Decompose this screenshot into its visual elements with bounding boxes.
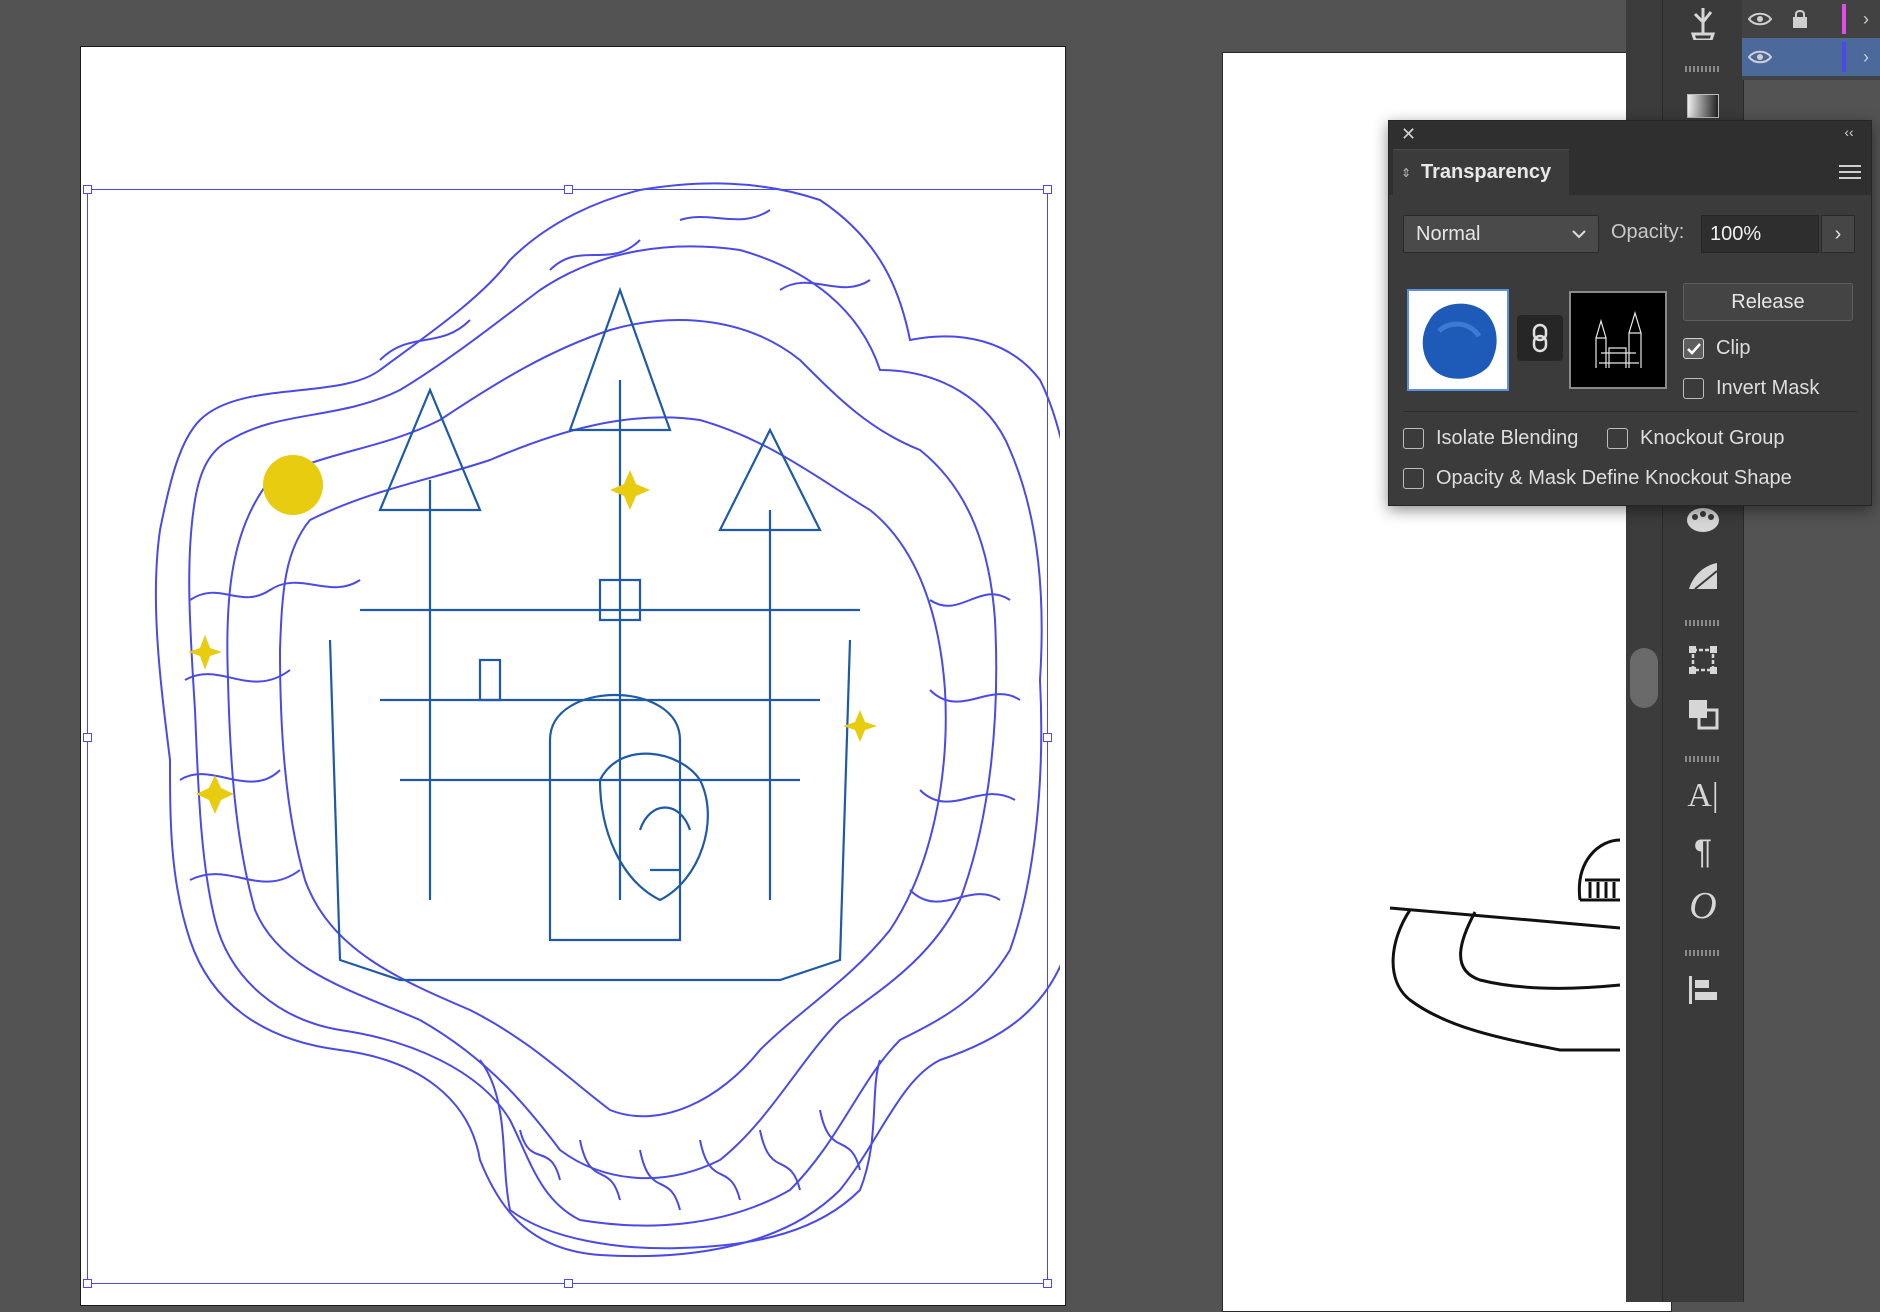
link-mask-icon[interactable] xyxy=(1517,315,1563,361)
scroll-thumb[interactable] xyxy=(1630,648,1658,708)
panel-tab-bar: ⇕ Transparency xyxy=(1389,149,1871,195)
opacity-input[interactable]: 100% xyxy=(1701,215,1819,253)
paragraph-icon[interactable]: ¶ xyxy=(1683,832,1723,872)
selection-bounding-box[interactable] xyxy=(83,185,1052,1288)
tab-title: Transparency xyxy=(1421,161,1552,183)
layer-color-swatch xyxy=(1842,42,1846,72)
opacity-mask-knockout-label: Opacity & Mask Define Knockout Shape xyxy=(1436,467,1792,489)
eye-icon[interactable] xyxy=(1742,38,1778,76)
opacity-slider-button[interactable]: › xyxy=(1821,215,1855,253)
handle-bottom-center[interactable] xyxy=(564,1279,573,1288)
clip-label: Clip xyxy=(1716,337,1751,359)
knight-drawing[interactable] xyxy=(1380,800,1630,1070)
isolate-blending-checkbox[interactable] xyxy=(1403,428,1424,449)
layers-panel: › › xyxy=(1742,0,1880,80)
handle-top-right[interactable] xyxy=(1043,185,1052,194)
transparency-panel: ✕ ‹‹ ⇕ Transparency Normal Opacity: 100%… xyxy=(1388,120,1872,506)
invert-mask-label: Invert Mask xyxy=(1716,377,1820,399)
dock-grip[interactable] xyxy=(1685,620,1721,626)
artwork-thumbnail[interactable] xyxy=(1407,289,1509,391)
dock-grip[interactable] xyxy=(1685,756,1721,762)
opacity-label: Opacity: xyxy=(1611,221,1685,243)
lock-icon[interactable] xyxy=(1782,0,1818,38)
chevron-right-icon[interactable]: › xyxy=(1852,0,1880,38)
layer-color-swatch xyxy=(1842,4,1846,34)
color-guide-icon[interactable] xyxy=(1683,500,1723,540)
align-icon[interactable] xyxy=(1683,970,1723,1010)
handle-top-center[interactable] xyxy=(564,185,573,194)
dock-grip[interactable] xyxy=(1685,66,1721,72)
knockout-group-checkbox-row[interactable]: Knockout Group xyxy=(1607,427,1785,450)
blend-mode-value: Normal xyxy=(1416,222,1481,245)
puppet-warp-icon[interactable] xyxy=(1683,2,1723,42)
opentype-icon[interactable]: O xyxy=(1683,885,1723,927)
opacity-mask-thumbnail[interactable] xyxy=(1569,291,1667,389)
close-icon[interactable]: ✕ xyxy=(1401,124,1421,144)
clip-checkbox[interactable] xyxy=(1683,338,1704,359)
layer-row-selected[interactable]: › xyxy=(1742,38,1880,76)
tab-transparency[interactable]: ⇕ Transparency xyxy=(1393,149,1569,195)
handle-bottom-right[interactable] xyxy=(1043,1279,1052,1288)
opacity-mask-knockout-checkbox-row[interactable]: Opacity & Mask Define Knockout Shape xyxy=(1403,467,1792,490)
layer-row[interactable]: › xyxy=(1742,0,1880,38)
knockout-group-checkbox[interactable] xyxy=(1607,428,1628,449)
collapse-icon[interactable]: ‹‹ xyxy=(1839,124,1859,144)
panel-title-bar[interactable]: ✕ ‹‹ xyxy=(1389,121,1871,149)
divider xyxy=(1403,411,1857,412)
handle-bottom-left[interactable] xyxy=(83,1279,92,1288)
release-button[interactable]: Release xyxy=(1683,283,1853,321)
dock-grip[interactable] xyxy=(1685,950,1721,956)
eye-icon[interactable] xyxy=(1742,0,1778,38)
panel-menu-icon[interactable] xyxy=(1839,161,1861,181)
chevron-down-icon xyxy=(1572,230,1586,239)
opacity-mask-knockout-checkbox[interactable] xyxy=(1403,468,1424,489)
brushes-palette-icon[interactable] xyxy=(1683,556,1723,596)
isolate-blending-label: Isolate Blending xyxy=(1436,427,1579,449)
clip-checkbox-row[interactable]: Clip xyxy=(1683,337,1750,360)
handle-middle-right[interactable] xyxy=(1043,733,1052,742)
character-icon[interactable]: A| xyxy=(1683,776,1723,816)
handle-middle-left[interactable] xyxy=(83,733,92,742)
chevron-right-icon[interactable]: › xyxy=(1852,38,1880,76)
invert-mask-checkbox-row[interactable]: Invert Mask xyxy=(1683,377,1819,400)
isolate-blending-checkbox-row[interactable]: Isolate Blending xyxy=(1403,427,1578,450)
pathfinder-icon[interactable] xyxy=(1683,694,1723,734)
transform-icon[interactable] xyxy=(1683,640,1723,680)
knockout-group-label: Knockout Group xyxy=(1640,427,1785,449)
blend-mode-dropdown[interactable]: Normal xyxy=(1403,215,1599,253)
expand-options-icon[interactable]: ⇕ xyxy=(1401,166,1415,180)
handle-top-left[interactable] xyxy=(83,185,92,194)
invert-mask-checkbox[interactable] xyxy=(1683,378,1704,399)
